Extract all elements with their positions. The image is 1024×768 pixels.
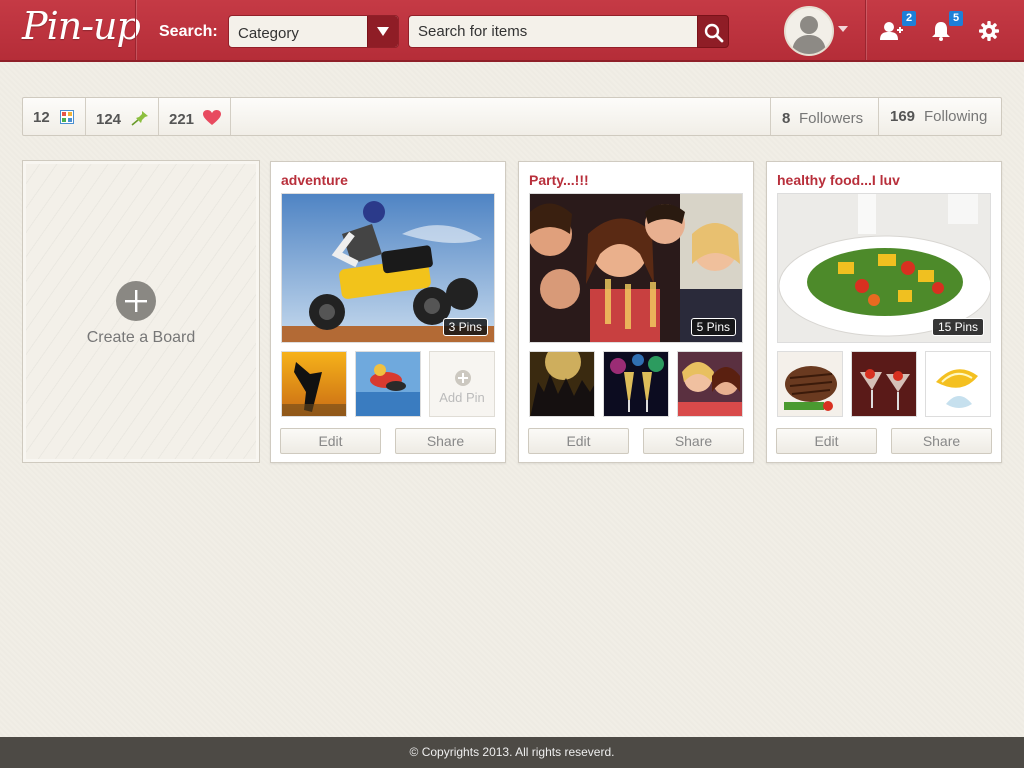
add-board-icon[interactable] — [116, 281, 156, 321]
board-title[interactable]: Party...!!! — [529, 172, 589, 188]
board-cover-image[interactable]: 15 Pins — [777, 193, 991, 343]
edit-board-button[interactable]: Edit — [528, 428, 629, 454]
notifications-badge: 5 — [949, 11, 963, 26]
pin-count-badge: 15 Pins — [931, 318, 984, 336]
header-divider-right — [865, 0, 866, 60]
share-board-button[interactable]: Share — [395, 428, 496, 454]
category-value: Category — [238, 25, 299, 42]
stat-followers[interactable]: 8 Followers — [770, 98, 878, 135]
board-cover-image[interactable]: 3 Pins — [281, 193, 495, 343]
boards-count: 12 — [33, 109, 50, 126]
boards-grid-icon — [60, 110, 74, 124]
search-button[interactable] — [697, 15, 729, 48]
board-card-healthy-food[interactable]: healthy food...I luv 15 Pins Edit Share — [766, 161, 1002, 463]
laughing-friends-thumbnail — [678, 352, 742, 416]
stat-boards[interactable]: 12 — [23, 98, 86, 135]
pin-count-badge: 3 Pins — [442, 318, 488, 336]
stat-pins[interactable]: 124 — [86, 98, 159, 135]
tandem-skydivers-thumbnail — [356, 352, 420, 416]
avatar-chevron-down-icon[interactable] — [838, 26, 848, 33]
create-board-label: Create a Board — [86, 329, 196, 346]
heart-icon — [203, 110, 221, 125]
edit-board-button[interactable]: Edit — [776, 428, 877, 454]
top-header: Pin-up Search: Category 2 5 — [0, 0, 1024, 62]
followers-label: Followers — [799, 110, 864, 127]
category-dropdown-arrow[interactable] — [367, 16, 398, 47]
pin-thumbnail[interactable] — [777, 351, 843, 417]
stat-following[interactable]: 169 Following — [878, 98, 1001, 135]
create-board-card[interactable]: Create a Board — [22, 160, 260, 463]
add-pin-label: Add Pin — [439, 390, 485, 405]
search-label: Search: — [159, 23, 218, 40]
concert-crowd-thumbnail — [530, 352, 594, 416]
pin-thumbnail[interactable] — [677, 351, 743, 417]
following-label: Following — [924, 108, 988, 125]
header-divider — [135, 0, 136, 60]
search-input[interactable] — [408, 15, 698, 48]
share-board-button[interactable]: Share — [891, 428, 992, 454]
edit-board-button[interactable]: Edit — [280, 428, 381, 454]
board-card-party[interactable]: Party...!!! 5 Pins Edit Share — [518, 161, 754, 463]
bell-icon[interactable] — [931, 21, 951, 41]
followers-count: 8 — [782, 110, 791, 127]
shrimp-cocktail-thumbnail — [852, 352, 916, 416]
skydiver-silhouette-thumbnail — [282, 352, 346, 416]
caret-down-icon — [377, 27, 389, 36]
board-title[interactable]: healthy food...I luv — [777, 172, 900, 188]
share-board-button[interactable]: Share — [643, 428, 744, 454]
grilled-steak-thumbnail — [778, 352, 842, 416]
copyright-text: © Copyrights 2013. All rights reseverd. — [409, 745, 615, 759]
gear-icon[interactable] — [979, 21, 999, 41]
profile-stats-bar: 12 124 221 8 Followers 169 Following — [22, 97, 1002, 136]
pushpin-icon — [131, 111, 148, 126]
add-pin-tile[interactable]: Add Pin — [429, 351, 495, 417]
board-title[interactable]: adventure — [281, 172, 348, 188]
user-silhouette-icon — [792, 16, 826, 54]
pin-thumbnail[interactable] — [925, 351, 991, 417]
pin-thumbnail[interactable] — [851, 351, 917, 417]
pin-thumbnail[interactable] — [529, 351, 595, 417]
plus-icon — [455, 370, 471, 386]
friend-requests-badge: 2 — [902, 11, 916, 26]
lemon-splash-thumbnail — [926, 352, 990, 416]
stat-likes[interactable]: 221 — [159, 98, 231, 135]
category-dropdown[interactable]: Category — [228, 15, 399, 48]
board-card-adventure[interactable]: adventure 3 Pins Add Pin Edit Share — [270, 161, 506, 463]
pin-thumbnail[interactable] — [355, 351, 421, 417]
logo[interactable]: Pin-up — [22, 4, 141, 48]
board-cover-image[interactable]: 5 Pins — [529, 193, 743, 343]
following-count: 169 — [890, 108, 916, 125]
friend-requests-icon[interactable] — [880, 21, 904, 41]
search-icon — [704, 23, 724, 43]
pin-count-badge: 5 Pins — [690, 318, 736, 336]
likes-count: 221 — [169, 111, 195, 128]
pin-thumbnail[interactable] — [603, 351, 669, 417]
user-avatar[interactable] — [784, 6, 834, 56]
plus-icon — [125, 290, 147, 312]
champagne-glasses-thumbnail — [604, 352, 668, 416]
pin-thumbnail[interactable] — [281, 351, 347, 417]
pins-count: 124 — [96, 111, 122, 128]
footer: © Copyrights 2013. All rights reseverd. — [0, 737, 1024, 768]
